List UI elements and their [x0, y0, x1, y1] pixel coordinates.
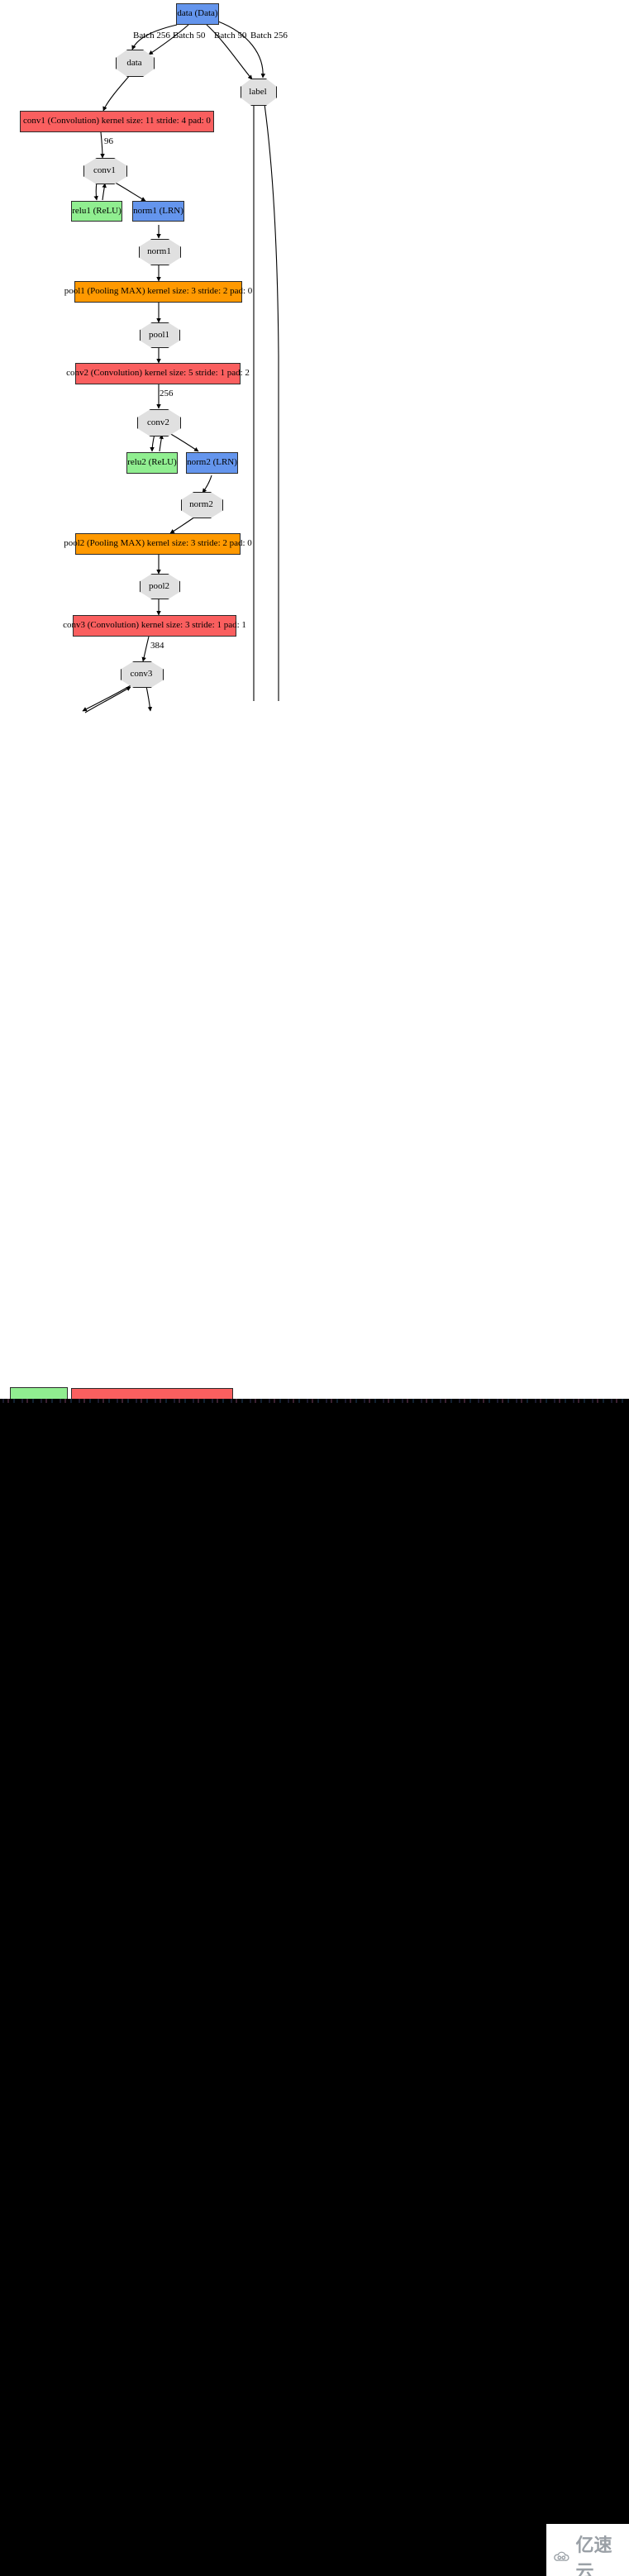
- node-label: label: [249, 86, 267, 97]
- node-conv2-layer[interactable]: conv2 (Convolution) kernel size: 5 strid…: [66, 363, 250, 384]
- node-norm2[interactable]: norm2 (LRN): [186, 452, 238, 474]
- truncated-black-region: [0, 1403, 629, 2576]
- node-conv3-layer[interactable]: conv3 (Convolution) kernel size: 3 strid…: [63, 615, 246, 637]
- node-relu2[interactable]: relu2 (ReLU): [126, 452, 178, 474]
- edge-label-conv3-out: 384: [150, 641, 164, 651]
- node-pool2-layer[interactable]: pool2 (Pooling MAX) kernel size: 3 strid…: [64, 533, 252, 555]
- node-norm2-blob[interactable]: norm2: [181, 492, 223, 518]
- diagram-canvas: data (Data) Batch 256 Batch 50 Batch 50 …: [0, 0, 629, 2576]
- node-pool1-layer[interactable]: pool1 (Pooling MAX) kernel size: 3 strid…: [64, 281, 252, 303]
- cloud-icon: [554, 2551, 569, 2561]
- node-label: conv1: [93, 165, 116, 175]
- node-data-layer[interactable]: data (Data): [176, 3, 219, 25]
- node-conv2-blob[interactable]: conv2: [137, 409, 181, 436]
- node-conv3-blob[interactable]: conv3: [121, 661, 164, 688]
- node-pool1-blob[interactable]: pool1: [140, 322, 180, 348]
- node-conv1-blob[interactable]: conv1: [83, 158, 127, 184]
- edge-label-batch-50-right: Batch 50: [214, 31, 247, 41]
- node-label: pool1: [148, 329, 170, 340]
- node-norm1-blob[interactable]: norm1: [139, 239, 181, 265]
- node-label: pool2: [148, 580, 170, 591]
- node-label: data: [126, 57, 142, 68]
- node-norm1[interactable]: norm1 (LRN): [132, 201, 184, 222]
- node-relu1[interactable]: relu1 (ReLU): [71, 201, 122, 222]
- node-label: norm2: [189, 499, 213, 509]
- node-label: conv2: [147, 417, 169, 427]
- watermark: 亿速云: [546, 2524, 629, 2576]
- edge-label-batch-256-right: Batch 256: [250, 31, 288, 41]
- edge-label-batch-256-left: Batch 256: [133, 31, 170, 41]
- node-conv1-layer[interactable]: conv1 (Convolution) kernel size: 11 stri…: [20, 111, 214, 132]
- edge-label-conv2-out: 256: [160, 389, 174, 398]
- node-label: conv3: [130, 669, 153, 679]
- watermark-text: 亿速云: [575, 2535, 612, 2576]
- node-pool2-blob[interactable]: pool2: [140, 574, 180, 599]
- edge-label-conv1-out: 96: [104, 136, 113, 146]
- node-label: norm1: [147, 246, 171, 256]
- node-data-blob[interactable]: data: [116, 50, 155, 77]
- node-label-blob[interactable]: label: [241, 79, 277, 106]
- edge-label-batch-50-left: Batch 50: [173, 31, 206, 41]
